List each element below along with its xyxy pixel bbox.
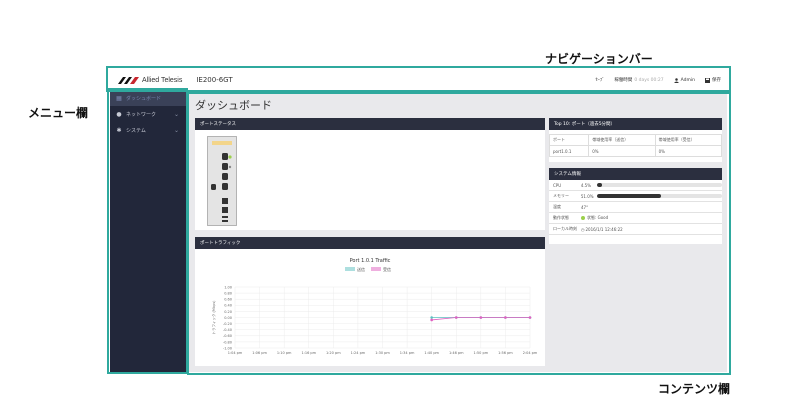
callout-content: コンテンツ欄: [658, 382, 731, 396]
callout-navbar: ナビゲーションバー: [545, 52, 653, 66]
content-frame: [187, 92, 731, 375]
menu-frame: [107, 88, 188, 374]
navbar-frame: [106, 66, 731, 92]
callout-menu: メニュー欄: [28, 106, 89, 120]
